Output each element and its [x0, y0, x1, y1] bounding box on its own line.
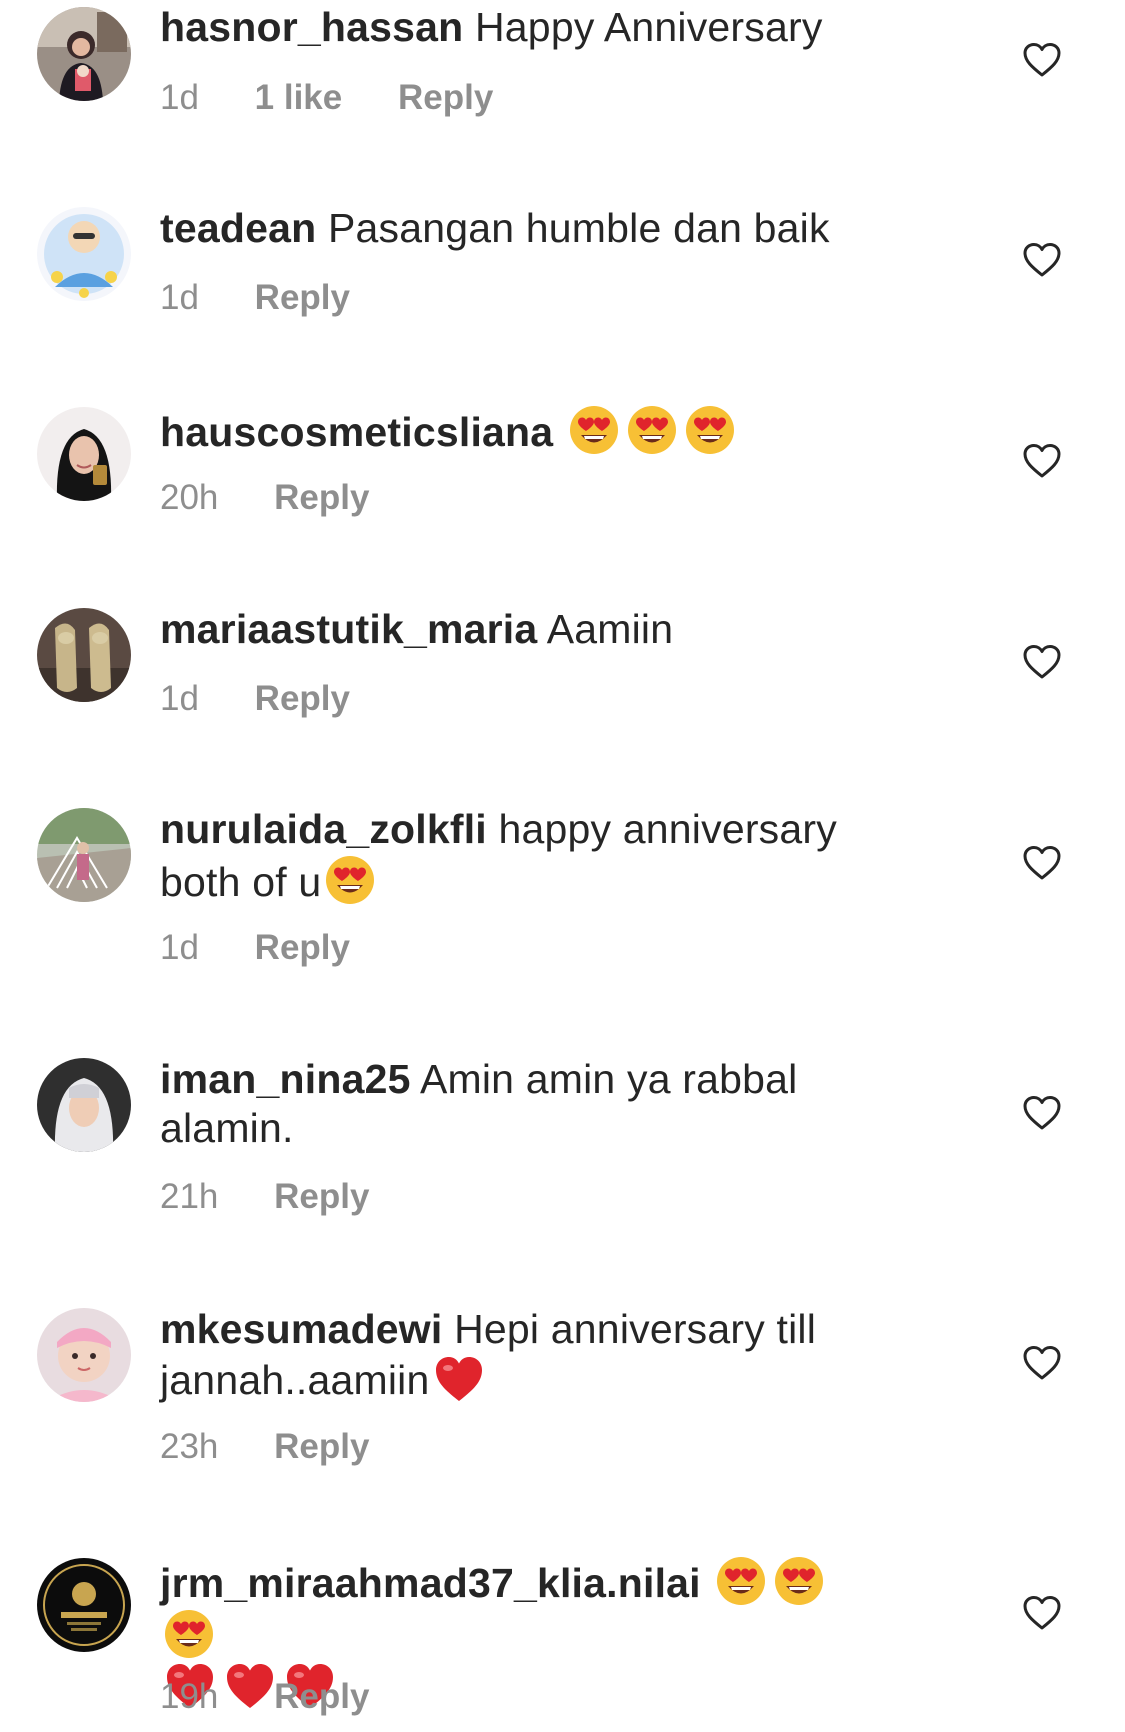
- comment-body: Happy Anniversary: [475, 4, 823, 50]
- reply-button[interactable]: Reply: [274, 1177, 369, 1217]
- comment-meta: 1d Reply: [160, 278, 396, 318]
- reply-button[interactable]: Reply: [255, 278, 350, 318]
- comment-meta: 1d 1 like Reply: [160, 78, 539, 118]
- smiling-face-with-heart-eyes-emoji: [773, 1555, 825, 1607]
- comment-time: 1d: [160, 928, 199, 967]
- comment-meta: 1d Reply: [160, 928, 396, 968]
- comment-time: 21h: [160, 1177, 219, 1216]
- comment-time: 19h: [160, 1677, 219, 1716]
- comment-text: hauscosmeticsliana: [160, 404, 880, 457]
- comment-text: mkesumadewi Hepi anniversary till jannah…: [160, 1305, 880, 1405]
- avatar[interactable]: [37, 7, 131, 101]
- avatar[interactable]: [37, 808, 131, 902]
- comment-time: 1d: [160, 78, 199, 117]
- reply-button[interactable]: Reply: [274, 1677, 369, 1717]
- comment-text: teadean Pasangan humble dan baik: [160, 204, 880, 253]
- heart-outline-icon[interactable]: [1022, 1595, 1062, 1631]
- comment-text: hasnor_hassan Happy Anniversary: [160, 3, 880, 52]
- heart-outline-icon[interactable]: [1022, 242, 1062, 278]
- avatar[interactable]: [37, 1308, 131, 1402]
- comment-username[interactable]: teadean: [160, 205, 316, 251]
- reply-button[interactable]: Reply: [274, 1427, 369, 1467]
- heart-outline-icon[interactable]: [1022, 443, 1062, 479]
- avatar[interactable]: [37, 207, 131, 301]
- red-heart-emoji: [433, 1354, 485, 1404]
- reply-button[interactable]: Reply: [398, 78, 493, 118]
- comment-username[interactable]: jrm_miraahmad37_klia.nilai: [160, 1560, 701, 1606]
- avatar[interactable]: [37, 608, 131, 702]
- comment-time: 23h: [160, 1427, 219, 1466]
- comment-username[interactable]: nurulaida_zolkfli: [160, 806, 487, 852]
- smiling-face-with-heart-eyes-emoji: [684, 404, 736, 456]
- comment-likes-count[interactable]: 1 like: [255, 78, 343, 118]
- smiling-face-with-heart-eyes-emoji: [715, 1555, 767, 1607]
- comment-username[interactable]: iman_nina25: [160, 1056, 411, 1102]
- comment-meta: 20h Reply: [160, 478, 415, 518]
- reply-button[interactable]: Reply: [255, 679, 350, 719]
- smiling-face-with-heart-eyes-emoji: [568, 404, 620, 456]
- comment-username[interactable]: hasnor_hassan: [160, 4, 463, 50]
- comment-meta: 19h Reply: [160, 1677, 415, 1717]
- heart-outline-icon[interactable]: [1022, 845, 1062, 881]
- comment-meta: 23h Reply: [160, 1427, 415, 1467]
- reply-button[interactable]: Reply: [274, 478, 369, 518]
- smiling-face-with-heart-eyes-emoji: [324, 854, 376, 906]
- avatar[interactable]: [37, 407, 131, 501]
- comment-username[interactable]: hauscosmeticsliana: [160, 409, 553, 455]
- comment-meta: 1d Reply: [160, 679, 396, 719]
- reply-button[interactable]: Reply: [255, 928, 350, 968]
- heart-outline-icon[interactable]: [1022, 644, 1062, 680]
- comment-time: 1d: [160, 679, 199, 718]
- comment-username[interactable]: mariaastutik_maria: [160, 606, 537, 652]
- comment-text: iman_nina25 Amin amin ya rabbal alamin.: [160, 1055, 880, 1153]
- comment-body: Aamiin: [546, 606, 674, 652]
- comment-meta: 21h Reply: [160, 1177, 415, 1217]
- comment-body: Pasangan humble dan baik: [327, 205, 830, 251]
- heart-outline-icon[interactable]: [1022, 1095, 1062, 1131]
- smiling-face-with-heart-eyes-emoji: [163, 1608, 215, 1660]
- avatar[interactable]: [37, 1058, 131, 1152]
- comment-text: mariaastutik_maria Aamiin: [160, 605, 880, 654]
- comment-time: 1d: [160, 278, 199, 317]
- comment-text: nurulaida_zolkfli happy anniversary both…: [160, 805, 880, 907]
- comment-time: 20h: [160, 478, 219, 517]
- avatar[interactable]: [37, 1558, 131, 1652]
- smiling-face-with-heart-eyes-emoji: [626, 404, 678, 456]
- heart-outline-icon[interactable]: [1022, 1345, 1062, 1381]
- comment-username[interactable]: mkesumadewi: [160, 1306, 443, 1352]
- heart-outline-icon[interactable]: [1022, 42, 1062, 78]
